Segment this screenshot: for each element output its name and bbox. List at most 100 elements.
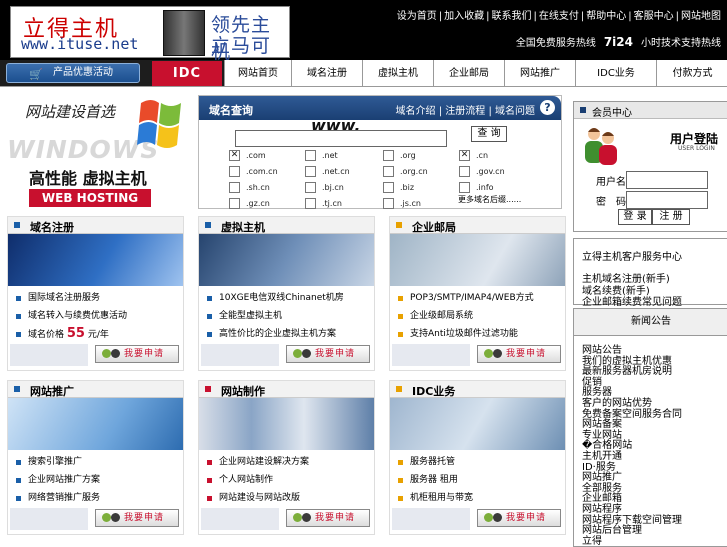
panel-header: IDC业务 <box>390 381 565 398</box>
panel-item[interactable]: 服务器 租用 <box>390 471 565 489</box>
tld-checkbox[interactable]: .com.cn <box>229 166 278 177</box>
panel-header: 虚拟主机 <box>199 217 374 234</box>
tab-payment[interactable]: 付款方式 <box>656 60 727 86</box>
panel-item[interactable]: 企业网站建设解决方案 <box>199 453 374 471</box>
panel-item[interactable]: 网络营销推广服务 <box>8 489 183 507</box>
top-link-favorite[interactable]: 加入收藏 <box>444 11 484 22</box>
login-button[interactable]: 登 录 <box>618 209 652 225</box>
apply-button[interactable]: 我要申请 <box>286 345 370 363</box>
checkbox-icon[interactable] <box>229 182 240 193</box>
password-field[interactable] <box>626 191 708 209</box>
help-icon[interactable]: ? <box>540 100 555 115</box>
panel-item[interactable]: 企业网站推广方案 <box>8 471 183 489</box>
bullet-icon <box>396 386 402 392</box>
apply-button[interactable]: 我要申请 <box>95 509 179 527</box>
username-field[interactable] <box>626 171 708 189</box>
panel-item[interactable]: 国际域名注册服务 <box>8 289 183 307</box>
more-tlds-link[interactable]: 更多域名后缀...... <box>458 194 521 205</box>
tld-checkbox[interactable]: .gz.cn <box>229 198 270 209</box>
panel-item[interactable]: 网站建设与网站改版 <box>199 489 374 507</box>
panel-image[interactable] <box>390 398 565 450</box>
panel-title: IDC业务 <box>412 385 456 398</box>
top-link-service[interactable]: 客服中心 <box>634 11 674 22</box>
tab-mail[interactable]: 企业邮局 <box>433 60 504 86</box>
register-button[interactable]: 注 册 <box>652 209 690 225</box>
checkbox-icon[interactable] <box>459 166 470 177</box>
tab-domain[interactable]: 域名注册 <box>291 60 362 86</box>
checkbox-icon[interactable]: ✕ <box>459 150 470 161</box>
tld-checkbox[interactable]: .info <box>459 182 494 193</box>
tab-home[interactable]: 网站首页 <box>224 60 291 86</box>
domain-input[interactable] <box>235 130 447 147</box>
apply-button[interactable]: 我要申请 <box>95 345 179 363</box>
promo-label: 产品优惠活动 <box>53 67 113 78</box>
logo-url: www.ituse.net <box>21 35 139 53</box>
top-link-contact[interactable]: 联系我们 <box>492 11 532 22</box>
panel-image[interactable] <box>199 398 374 450</box>
top-link-pay[interactable]: 在线支付 <box>539 11 579 22</box>
domain-link-process[interactable]: 注册流程 <box>445 106 485 117</box>
panel-item[interactable]: 服务器托管 <box>390 453 565 471</box>
checkbox-icon[interactable]: ✕ <box>229 150 240 161</box>
panel-item[interactable]: 全能型虚拟主机 <box>199 307 374 325</box>
login-header: 会员中心 <box>574 102 727 119</box>
tld-checkbox[interactable]: .org <box>383 150 416 161</box>
checkbox-icon[interactable] <box>305 198 316 209</box>
tld-checkbox[interactable]: .bj.cn <box>305 182 344 193</box>
panel-item[interactable]: 企业级邮局系统 <box>390 307 565 325</box>
site-logo[interactable]: 立得主机 www.ituse.net 领先主机 立马可得 <box>10 6 290 84</box>
checkbox-icon[interactable] <box>305 166 316 177</box>
checkbox-icon[interactable] <box>459 182 470 193</box>
domain-search-button[interactable]: 查 询 <box>471 126 507 142</box>
tld-checkbox[interactable]: .sh.cn <box>229 182 270 193</box>
checkbox-icon[interactable] <box>305 150 316 161</box>
tld-checkbox[interactable]: ✕ .cn <box>459 150 488 161</box>
checkbox-icon[interactable] <box>229 166 240 177</box>
tld-checkbox[interactable]: ✕ .com <box>229 150 266 161</box>
hosting-banner[interactable]: 网站建设首选 WINDOWS 高性能 虚拟主机 WEB HOSTING <box>7 95 184 210</box>
service-link[interactable]: 企业邮箱续费常见问题 <box>582 293 682 308</box>
panel-image[interactable] <box>8 234 183 286</box>
panel-item[interactable]: 支持Anti垃圾邮件过滤功能 <box>390 325 565 343</box>
domain-link-intro[interactable]: 域名介绍 <box>396 106 436 117</box>
top-link-help[interactable]: 帮助中心 <box>586 11 626 22</box>
tld-checkbox[interactable]: .js.cn <box>383 198 421 209</box>
checkbox-icon[interactable] <box>383 150 394 161</box>
tld-checkbox[interactable]: .org.cn <box>383 166 428 177</box>
tld-checkbox[interactable]: .net <box>305 150 338 161</box>
arrow-icon <box>493 349 502 358</box>
domain-link-faq[interactable]: 域名问题 <box>495 106 535 117</box>
apply-label: 我要申请 <box>506 513 547 523</box>
checkbox-icon[interactable] <box>383 182 394 193</box>
panel-item[interactable]: 10XGE电信双线Chinanet机房 <box>199 289 374 307</box>
panel-item[interactable]: 搜索引擎推广 <box>8 453 183 471</box>
panel-strip <box>10 344 88 366</box>
tab-hosting[interactable]: 虚拟主机 <box>362 60 433 86</box>
panel-item[interactable]: 域名价格 55 元/年 <box>8 325 183 343</box>
promo-button[interactable]: 🛒 产品优惠活动 <box>6 63 140 83</box>
checkbox-icon[interactable] <box>229 198 240 209</box>
tab-idc[interactable]: IDC业务 <box>575 60 656 86</box>
panel-image[interactable] <box>390 234 565 286</box>
checkbox-icon[interactable] <box>305 182 316 193</box>
panel-image[interactable] <box>8 398 183 450</box>
panel-item[interactable]: 高性价比的企业虚拟主机方案 <box>199 325 374 343</box>
top-link-sitemap[interactable]: 网站地图 <box>681 11 721 22</box>
panel-item[interactable]: 机柜租用与带宽 <box>390 489 565 507</box>
apply-button[interactable]: 我要申请 <box>477 509 561 527</box>
panel-item[interactable]: POP3/SMTP/IMAP4/WEB方式 <box>390 289 565 307</box>
tld-checkbox[interactable]: .biz <box>383 182 414 193</box>
apply-button[interactable]: 我要申请 <box>477 345 561 363</box>
apply-button[interactable]: 我要申请 <box>286 509 370 527</box>
tab-promotion[interactable]: 网站推广 <box>504 60 575 86</box>
tld-checkbox[interactable]: .tj.cn <box>305 198 342 209</box>
tld-checkbox[interactable]: .net.cn <box>305 166 350 177</box>
checkbox-icon[interactable] <box>383 198 394 209</box>
panel-item[interactable]: 域名转入与续费优惠活动 <box>8 307 183 325</box>
tld-label: .org.cn <box>400 167 428 176</box>
top-link-home[interactable]: 设为首页 <box>397 11 437 22</box>
panel-item[interactable]: 个人网站制作 <box>199 471 374 489</box>
panel-image[interactable] <box>199 234 374 286</box>
checkbox-icon[interactable] <box>383 166 394 177</box>
tld-checkbox[interactable]: .gov.cn <box>459 166 505 177</box>
